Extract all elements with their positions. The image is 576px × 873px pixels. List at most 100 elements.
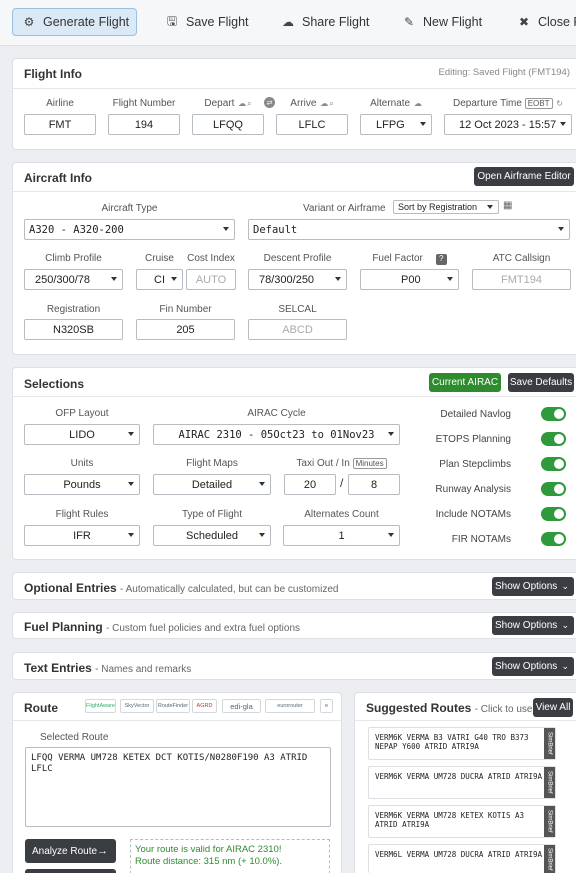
toggle-label-runway: Runway Analysis (435, 484, 511, 495)
weather-icon[interactable]: ☁ (320, 99, 328, 108)
fuel-planning-card: Fuel Planning - Custom fuel policies and… (12, 612, 576, 639)
analyze-route-button[interactable]: Analyze Route → (25, 839, 116, 863)
view-all-button[interactable]: View All (533, 698, 573, 717)
taxi-separator: / (340, 476, 344, 490)
weather-icon[interactable]: ☁ (414, 99, 422, 108)
flightaware-logo[interactable]: FlightAware (85, 699, 116, 713)
save-flight-button[interactable]: 🖫 Save Flight (156, 8, 249, 36)
taxi-label: Taxi Out / In Minutes (283, 458, 400, 469)
arrive-input[interactable]: LFLC (276, 114, 348, 135)
arrive-label: Arrive ☁⌕ (290, 98, 334, 109)
route-tool-logo[interactable]: e (320, 699, 333, 713)
cost-index-input[interactable]: AUTO (186, 269, 236, 290)
fin-number-input[interactable]: 205 (136, 319, 235, 340)
source-tab: SimBrief (544, 845, 555, 873)
registration-input[interactable]: N320SB (24, 319, 123, 340)
optional-entries-card: Optional Entries - Automatically calcula… (12, 572, 576, 600)
departure-time-select[interactable]: 12 Oct 2023 - 15:57 (444, 114, 572, 135)
chevron-down-icon (128, 533, 134, 537)
flight-number-input[interactable]: 194 (108, 114, 180, 135)
eurorouter-logo[interactable]: eurorouter (265, 699, 315, 713)
chevron-down-icon: ⌄ (561, 661, 569, 671)
chevron-down-icon (171, 277, 177, 281)
save-defaults-button[interactable]: Save Defaults (508, 373, 574, 392)
suggested-route-item[interactable]: VERM6K VERMA UM728 DUCRA ATRID ATRI9A Si… (368, 766, 556, 799)
eobt-badge: EOBT (524, 98, 553, 109)
edi-gla-logo[interactable]: edi-gla (222, 699, 261, 713)
calendar-icon[interactable]: ▦ (503, 200, 512, 211)
toggle-detailed-navlog[interactable] (541, 407, 566, 421)
help-icon[interactable]: ? (435, 254, 447, 265)
climb-profile-select[interactable]: 250/300/78 (24, 269, 123, 290)
skyvector-logo[interactable]: SkyVector (120, 699, 154, 713)
suggested-route-item[interactable]: VERM6L VERMA UM728 DUCRA ATRID ATRI9A Si… (368, 844, 556, 873)
flight-rules-select[interactable]: IFR (24, 525, 140, 546)
divider (13, 720, 341, 721)
current-airac-button[interactable]: Current AIRAC (429, 373, 501, 392)
close-flight-button[interactable]: ✖ Close Fl (508, 8, 576, 36)
airline-input[interactable]: FMT (24, 114, 96, 135)
new-flight-button[interactable]: ✎ New Flight (393, 8, 482, 36)
fin-number-label: Fin Number (159, 304, 212, 315)
toggle-runway[interactable] (541, 482, 566, 496)
atc-callsign-input[interactable]: FMT194 (472, 269, 571, 290)
text-show-options-button[interactable]: Show Options ⌄ (492, 657, 574, 676)
suggested-route-item[interactable]: VERM6K VERMA UM728 KETEX KOTIS A3 ATRID … (368, 805, 556, 838)
alternate-select[interactable]: LFPG (360, 114, 432, 135)
chevron-down-icon (335, 277, 341, 281)
swap-airports-icon[interactable]: ⇄ (264, 97, 275, 108)
fuel-factor-select[interactable]: P00 (360, 269, 459, 290)
toggle-stepclimbs[interactable] (541, 457, 566, 471)
atc-callsign-label: ATC Callsign (492, 253, 551, 264)
divider (13, 191, 576, 192)
open-airframe-editor-button[interactable]: Open Airframe Editor (474, 167, 574, 186)
cruise-select[interactable]: CI (136, 269, 183, 290)
toggle-notams[interactable] (541, 507, 566, 521)
alternates-count-select[interactable]: 1 (283, 525, 400, 546)
minutes-badge: Minutes (352, 458, 387, 469)
optional-show-options-button[interactable]: Show Options ⌄ (492, 577, 574, 596)
chevron-down-icon (388, 533, 394, 537)
depart-label: Depart ☁⌕ (204, 98, 252, 109)
flight-type-label: Type of Flight (181, 509, 243, 520)
chevron-down-icon (388, 432, 394, 436)
descent-profile-select[interactable]: 78/300/250 (248, 269, 347, 290)
climb-profile-label: Climb Profile (45, 253, 102, 264)
toggle-fir-notams[interactable] (541, 532, 566, 546)
taxi-in-input[interactable]: 8 (348, 474, 400, 495)
optional-entries-title: Optional Entries - Automatically calcula… (24, 581, 339, 595)
selcal-label: SELCAL (278, 304, 317, 315)
chevron-down-icon (223, 227, 229, 231)
variant-select[interactable]: Default (248, 219, 570, 240)
routefinder-logo[interactable]: RouteFinder (156, 699, 190, 713)
taxi-out-input[interactable]: 20 (284, 474, 336, 495)
selcal-input[interactable]: ABCD (248, 319, 347, 340)
route-textarea[interactable]: LFQQ VERMA UM728 KETEX DCT KOTIS/N0280F1… (25, 747, 331, 827)
search-icon[interactable]: ⌕ (247, 99, 251, 109)
fuel-show-options-button[interactable]: Show Options ⌄ (492, 616, 574, 635)
flight-type-select[interactable]: Scheduled (153, 525, 271, 546)
close-icon: ✖ (518, 15, 530, 29)
weather-icon[interactable]: ☁ (238, 99, 246, 108)
departure-time-label: Departure Time EOBT ↻ (453, 98, 563, 109)
sort-by-select[interactable]: Sort by Registration (393, 200, 499, 214)
depart-input[interactable]: LFQQ (192, 114, 264, 135)
aircraft-type-select[interactable]: A320 - A320-200 (24, 219, 235, 240)
flight-info-title: Flight Info (24, 67, 82, 81)
cost-index-label: Cost Index (187, 253, 235, 264)
text-entries-card: Text Entries - Names and remarks Show Op… (12, 652, 576, 680)
text-entries-title: Text Entries - Names and remarks (24, 661, 192, 675)
ofp-layout-select[interactable]: LIDO (24, 424, 140, 445)
generate-flight-button[interactable]: ⚙ Generate Flight (12, 8, 137, 36)
suggested-route-item[interactable]: VERM6K VERMA B3 VATRI G40 TRO B373 NEPAP… (368, 727, 556, 760)
units-select[interactable]: Pounds (24, 474, 140, 495)
secondary-route-button[interactable] (25, 869, 116, 873)
refresh-icon[interactable]: ↻ (556, 99, 563, 108)
search-icon[interactable]: ⌕ (329, 99, 333, 109)
flight-maps-select[interactable]: Detailed (153, 474, 271, 495)
toggle-etops[interactable] (541, 432, 566, 446)
share-flight-button[interactable]: ☁ Share Flight (272, 8, 369, 36)
airac-cycle-select[interactable]: AIRAC 2310 - 05Oct23 to 01Nov23 (153, 424, 400, 445)
agrd-logo[interactable]: AGRD (192, 699, 217, 713)
airac-cycle-label: AIRAC Cycle (247, 408, 306, 419)
